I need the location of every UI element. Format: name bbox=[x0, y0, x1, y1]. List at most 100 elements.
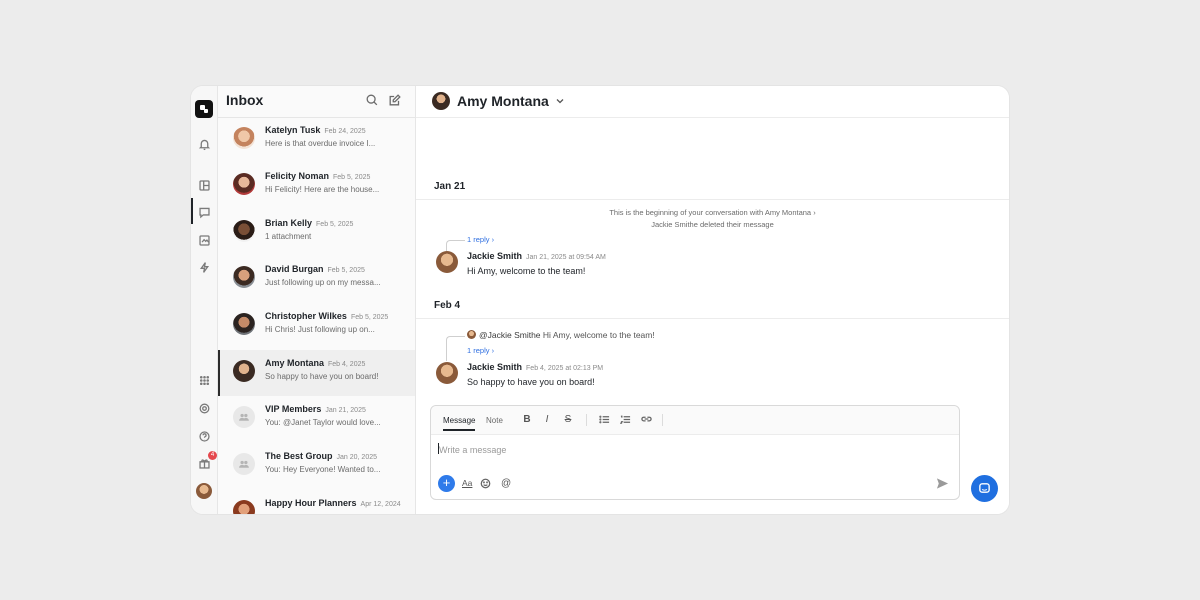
conversation-date: Feb 5, 2025 bbox=[350, 314, 389, 321]
conversation-name: The Best Group bbox=[265, 451, 333, 461]
chat-icon[interactable] bbox=[196, 204, 212, 220]
conversation-preview: Hi Felicity! Here are the house... bbox=[265, 185, 380, 194]
chat-bubble-icon bbox=[979, 483, 990, 493]
reply-link[interactable]: 1 reply bbox=[467, 346, 490, 355]
app-logo[interactable] bbox=[195, 100, 213, 118]
divider bbox=[416, 199, 1009, 200]
inbox-header: Inbox bbox=[218, 86, 415, 118]
system-message: This is the beginning of your conversati… bbox=[609, 208, 812, 217]
conversation-item[interactable]: Christopher Wilkes Feb 5, 2025 Hi Chris! … bbox=[218, 303, 415, 349]
tab-note[interactable]: Note bbox=[486, 416, 503, 425]
conversation-date: Feb 5, 2025 bbox=[333, 174, 371, 181]
avatar bbox=[233, 266, 255, 288]
conversation-date: Feb 5, 2025 bbox=[316, 221, 354, 228]
group-icon bbox=[233, 453, 255, 475]
help-icon[interactable] bbox=[196, 428, 212, 444]
conversation-date: Jan 21, 2025 bbox=[325, 407, 366, 414]
compose-icon[interactable] bbox=[388, 93, 402, 107]
conversation-name: VIP Members bbox=[265, 404, 322, 414]
quote-text: Hi Amy, welcome to the team! bbox=[542, 330, 655, 340]
conversation-item[interactable]: The Best Group Jan 20, 2025 You: Hey Ever… bbox=[218, 443, 415, 489]
conversation-header: Amy Montana bbox=[416, 86, 1009, 118]
message-timestamp: Feb 4, 2025 at 02:13 PM bbox=[526, 365, 604, 372]
conversation-name: Katelyn Tusk bbox=[265, 125, 321, 135]
avatar bbox=[233, 360, 255, 382]
message-avatar bbox=[436, 362, 458, 384]
conversation-item[interactable]: VIP Members Jan 21, 2025 You: @Janet Tayl… bbox=[218, 396, 415, 442]
bullet-list-icon[interactable] bbox=[598, 414, 610, 426]
chevron-right-icon[interactable]: › bbox=[813, 208, 816, 217]
gallery-icon[interactable] bbox=[196, 232, 212, 248]
strikethrough-button[interactable]: S bbox=[562, 414, 574, 426]
numbered-list-icon[interactable] bbox=[619, 414, 631, 426]
bell-icon[interactable] bbox=[196, 136, 212, 152]
conversation-name: David Burgan bbox=[265, 264, 324, 274]
conversation-item[interactable]: Felicity Noman Feb 5, 2025 Hi Felicity! H… bbox=[218, 163, 415, 209]
conversation-name: Felicity Noman bbox=[265, 171, 330, 181]
conversation-item[interactable]: Happy Hour Planners Apr 12, 2024 bbox=[218, 490, 415, 514]
text-caret bbox=[438, 443, 439, 454]
contact-name[interactable]: Amy Montana bbox=[457, 93, 549, 109]
quote-avatar bbox=[467, 330, 476, 339]
search-icon[interactable] bbox=[365, 93, 379, 107]
quote-mention[interactable]: @Jackie Smithe bbox=[479, 330, 541, 340]
conversation-preview: So happy to have you on board! bbox=[265, 372, 379, 381]
text-format-button[interactable]: Aa bbox=[462, 478, 472, 488]
message-author: Jackie Smith bbox=[467, 362, 523, 372]
user-avatar[interactable] bbox=[196, 483, 212, 499]
conversation-item[interactable]: David Burgan Feb 5, 2025 Just following u… bbox=[218, 256, 415, 302]
chevron-down-icon[interactable] bbox=[555, 96, 565, 106]
system-message: Jackie Smithe deleted their message bbox=[651, 220, 774, 229]
apps-grid-icon[interactable] bbox=[196, 372, 212, 388]
bold-button[interactable]: B bbox=[521, 414, 533, 426]
conversation-preview: Just following up on my messa... bbox=[265, 278, 381, 287]
contact-avatar bbox=[432, 92, 450, 110]
conversation-date: Feb 24, 2025 bbox=[324, 128, 366, 135]
conversation-preview: 1 attachment bbox=[265, 232, 312, 241]
conversation-preview: Here is that overdue invoice I... bbox=[265, 139, 376, 148]
avatar bbox=[233, 173, 255, 195]
toolbar-separator bbox=[586, 414, 587, 426]
add-attachment-button[interactable]: + bbox=[438, 475, 455, 492]
thread-connector bbox=[446, 336, 465, 361]
avatar bbox=[233, 220, 255, 242]
message-text: Hi Amy, welcome to the team! bbox=[467, 266, 586, 276]
gift-badge: 4 bbox=[208, 451, 217, 460]
toolbar-separator bbox=[662, 414, 663, 426]
reply-link[interactable]: 1 reply bbox=[467, 235, 490, 244]
message-text: So happy to have you on board! bbox=[467, 377, 595, 387]
avatar bbox=[233, 500, 255, 514]
composer-toolbar: Message Note B I S bbox=[431, 406, 959, 435]
gift-icon[interactable]: 4 bbox=[196, 451, 217, 471]
link-icon[interactable] bbox=[640, 414, 652, 426]
help-chat-button[interactable] bbox=[971, 475, 998, 502]
italic-button[interactable]: I bbox=[541, 414, 553, 426]
conversation-date: Feb 4, 2025 bbox=[328, 361, 366, 368]
send-icon[interactable] bbox=[936, 477, 949, 490]
divider bbox=[416, 318, 1009, 319]
rail-active-indicator bbox=[191, 198, 193, 224]
gear-icon[interactable] bbox=[196, 400, 212, 416]
layout-icon[interactable] bbox=[196, 177, 212, 193]
conversation-name: Brian Kelly bbox=[265, 218, 313, 228]
conversation-name: Amy Montana bbox=[265, 358, 325, 368]
day-label: Jan 21 bbox=[434, 181, 466, 192]
avatar bbox=[233, 127, 255, 149]
conversation-item[interactable]: Brian Kelly Feb 5, 2025 1 attachment bbox=[218, 210, 415, 256]
conversation-pane: Amy Montana Jan 21 This is the beginning… bbox=[416, 86, 1009, 514]
message-avatar bbox=[436, 251, 458, 273]
lightning-icon[interactable] bbox=[196, 259, 212, 275]
conversation-item-active[interactable]: Amy Montana Feb 4, 2025 So happy to have … bbox=[218, 350, 415, 396]
inbox-panel: Inbox Katelyn Tusk Feb 24, 2025 Here is t… bbox=[218, 86, 416, 514]
nav-rail: 4 bbox=[191, 86, 218, 514]
message-timestamp: Jan 21, 2025 at 09:54 AM bbox=[526, 254, 606, 261]
tab-message[interactable]: Message bbox=[443, 416, 476, 431]
emoji-icon[interactable] bbox=[480, 478, 491, 491]
message-input[interactable] bbox=[437, 442, 951, 458]
message-composer: Message Note B I S + Aa @ bbox=[430, 405, 960, 500]
thread-connector bbox=[446, 240, 465, 251]
avatar bbox=[233, 313, 255, 335]
mention-button[interactable]: @ bbox=[501, 478, 511, 489]
conversation-item[interactable]: Katelyn Tusk Feb 24, 2025 Here is that ov… bbox=[218, 117, 415, 163]
conversation-date: Jan 20, 2025 bbox=[336, 454, 377, 461]
